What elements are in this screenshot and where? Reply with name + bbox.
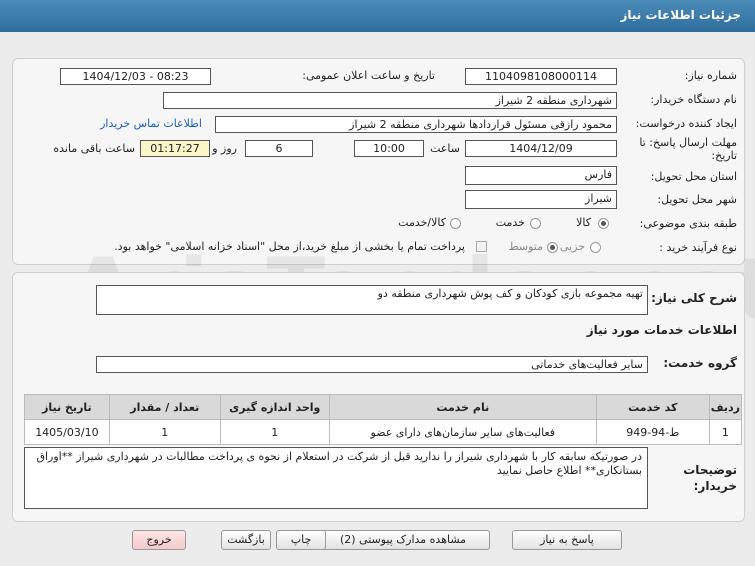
deadline-time-field: 10:00 xyxy=(354,140,424,157)
remaining-label: ساعت باقی مانده xyxy=(53,142,135,155)
need-number-field: 1104098108000114 xyxy=(465,68,617,85)
process-minor-radio[interactable] xyxy=(590,242,601,253)
deadline-label: مهلت ارسال پاسخ: تا تاریخ: xyxy=(639,136,737,162)
back-button[interactable]: بازگشت xyxy=(221,530,271,550)
creator-label: ایجاد کننده درخواست: xyxy=(635,117,737,130)
province-label: استان محل تحویل: xyxy=(650,170,737,183)
process-medium-label: متوسط xyxy=(508,240,543,253)
buyer-notes-field: در صورتیکه سابقه کار با شهرداری شیراز را… xyxy=(24,447,648,509)
summary-field: تهیه مجموعه بازی کودکان و کف پوش شهرداری… xyxy=(96,285,648,315)
process-label: نوع فرآیند خرید : xyxy=(659,241,737,254)
col-index: ردیف xyxy=(708,394,743,420)
print-button[interactable]: چاپ xyxy=(276,530,326,550)
cell-quantity: 1 xyxy=(108,419,221,445)
cell-index: 1 xyxy=(708,419,743,445)
cell-unit: 1 xyxy=(219,419,330,445)
process-medium-radio[interactable] xyxy=(547,242,558,253)
services-table: ردیف کد خدمت نام خدمت واحد اندازه گیری ت… xyxy=(24,394,743,445)
cell-service-name: فعالیت‌های سایر سازمان‌های دارای عضو xyxy=(328,419,597,445)
col-need-date: تاریخ نیاز xyxy=(24,394,110,420)
reply-button[interactable]: پاسخ به نیاز xyxy=(512,530,622,550)
contact-buyer-link[interactable]: اطلاعات تماس خریدار xyxy=(100,117,202,130)
service-group-field: سایر فعالیت‌های خدماتی xyxy=(96,356,648,373)
category-goods-label: کالا xyxy=(576,216,591,229)
category-service-label: خدمت xyxy=(495,216,525,229)
category-goods-service-radio[interactable] xyxy=(450,218,461,229)
buyer-org-field: شهرداری منطقه 2 شیراز xyxy=(163,92,617,109)
table-row: 1 ط-94-949 فعالیت‌های سایر سازمان‌های دا… xyxy=(24,419,743,445)
col-unit: واحد اندازه گیری xyxy=(219,394,330,420)
category-service-radio[interactable] xyxy=(530,218,541,229)
exit-button[interactable]: خروج xyxy=(132,530,186,550)
attachments-button[interactable]: مشاهده مدارک پیوستی (2) xyxy=(316,530,490,550)
category-label: طبقه بندی موضوعی: xyxy=(639,217,737,230)
cell-service-code: ط-94-949 xyxy=(595,419,710,445)
province-field: فارس xyxy=(465,166,617,185)
category-goods-radio[interactable] xyxy=(598,218,609,229)
remaining-time-field: 01:17:27 xyxy=(140,140,210,157)
window-titlebar: جزئیات اطلاعات نیاز xyxy=(0,0,755,32)
service-group-label: گروه خدمت: xyxy=(663,356,737,370)
col-service-code: کد خدمت xyxy=(595,394,710,420)
col-quantity: تعداد / مقدار xyxy=(108,394,221,420)
days-label: روز و xyxy=(212,142,237,155)
deadline-date-field: 1404/12/09 xyxy=(465,140,617,157)
services-section-title: اطلاعات خدمات مورد نیاز xyxy=(586,323,737,337)
payment-note: پرداخت تمام یا بخشی از مبلغ خرید،از محل … xyxy=(114,240,465,253)
deadline-time-label: ساعت xyxy=(430,142,460,155)
table-header-row: ردیف کد خدمت نام خدمت واحد اندازه گیری ت… xyxy=(24,394,743,420)
buyer-org-label: نام دستگاه خریدار: xyxy=(650,93,737,106)
summary-label: شرح کلی نیاز: xyxy=(651,291,737,305)
city-label: شهر محل تحویل: xyxy=(657,193,737,206)
category-goods-service-label: کالا/خدمت xyxy=(398,216,446,229)
days-field: 6 xyxy=(245,140,313,157)
need-number-label: شماره نیاز: xyxy=(684,69,737,82)
cell-need-date: 1405/03/10 xyxy=(24,419,110,445)
buyer-notes-label: توضیحات خریدار: xyxy=(683,463,737,493)
announce-field: 1404/12/03 - 08:23 xyxy=(60,68,211,85)
treasury-payment-checkbox[interactable] xyxy=(476,241,487,252)
announce-label: تاریخ و ساعت اعلان عمومی: xyxy=(302,69,435,82)
city-field: شیراز xyxy=(465,190,617,209)
col-service-name: نام خدمت xyxy=(328,394,597,420)
process-minor-label: جزیی xyxy=(559,240,585,253)
window-title: جزئیات اطلاعات نیاز xyxy=(620,8,741,22)
creator-field: محمود رازقی مسئول قراردادها شهرداری منطق… xyxy=(215,116,617,133)
